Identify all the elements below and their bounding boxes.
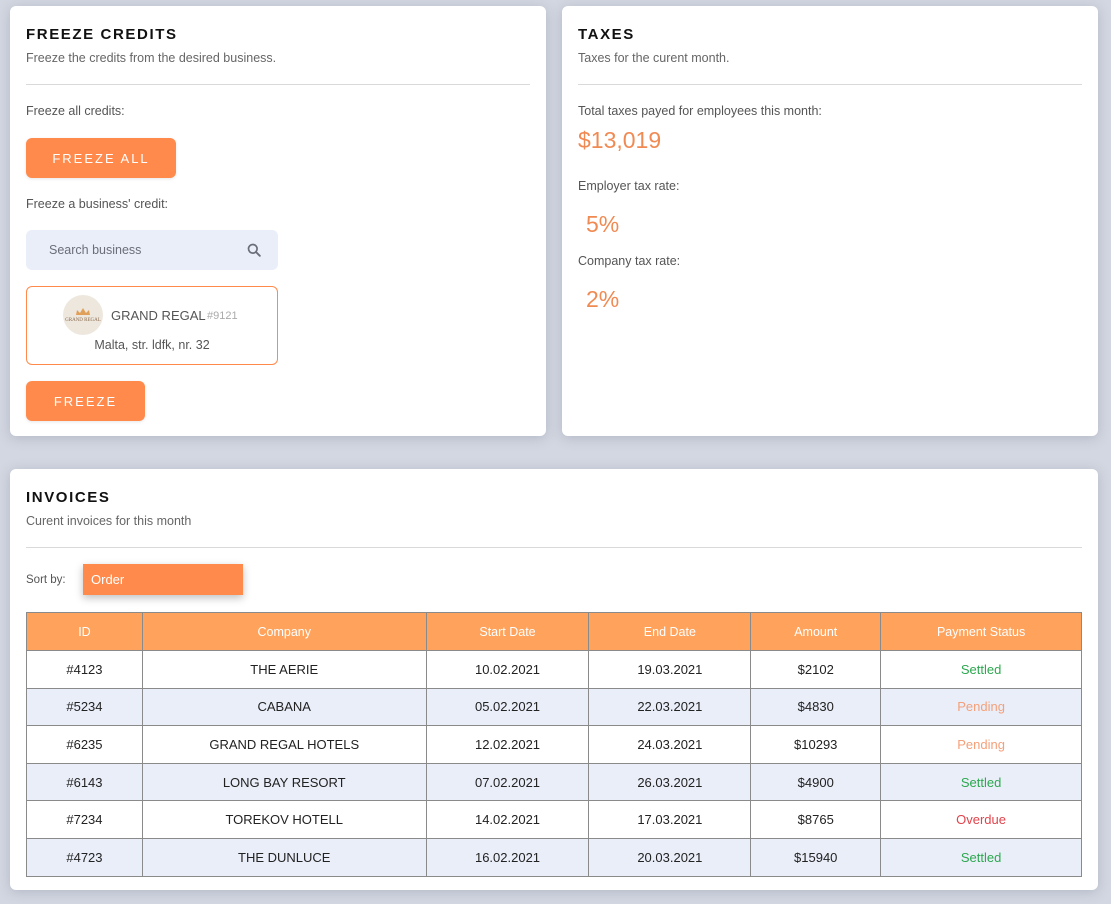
business-id: #9121 bbox=[207, 310, 238, 322]
column-header-amount[interactable]: Amount bbox=[750, 612, 882, 651]
taxes-subtitle: Taxes for the curent month. bbox=[578, 51, 730, 65]
table-header-row: ID Company Start Date End Date Amount Pa… bbox=[26, 612, 1082, 651]
invoices-subtitle: Curent invoices for this month bbox=[26, 514, 192, 528]
invoice-start-date: 12.02.2021 bbox=[425, 725, 590, 764]
table-row[interactable]: #5234 CABANA 05.02.2021 22.03.2021 $4830… bbox=[26, 687, 1082, 727]
invoice-payment-status: Pending bbox=[880, 725, 1082, 764]
business-address: Malta, str. ldfk, nr. 32 bbox=[94, 338, 210, 352]
invoice-start-date: 14.02.2021 bbox=[425, 800, 590, 839]
freeze-all-label: Freeze all credits: bbox=[26, 104, 125, 118]
invoice-end-date: 22.03.2021 bbox=[588, 687, 752, 727]
divider bbox=[26, 547, 1082, 548]
invoices-card: INVOICES Curent invoices for this month … bbox=[10, 469, 1098, 890]
invoice-end-date: 26.03.2021 bbox=[588, 762, 752, 802]
invoice-end-date: 17.03.2021 bbox=[588, 800, 752, 839]
invoice-id: #5234 bbox=[26, 687, 143, 727]
column-header-company[interactable]: Company bbox=[141, 612, 427, 651]
table-row[interactable]: #7234 TOREKOV HOTELL 14.02.2021 17.03.20… bbox=[26, 800, 1082, 839]
table-row[interactable]: #6235 GRAND REGAL HOTELS 12.02.2021 24.0… bbox=[26, 725, 1082, 764]
invoice-id: #4723 bbox=[26, 837, 143, 877]
freeze-business-label: Freeze a business' credit: bbox=[26, 197, 169, 211]
employer-tax-rate-label: Employer tax rate: bbox=[578, 179, 680, 193]
business-name: GRAND REGAL bbox=[111, 308, 206, 323]
business-logo-text: GRAND REGAL bbox=[65, 318, 101, 323]
invoice-company: TOREKOV HOTELL bbox=[141, 800, 427, 839]
invoice-start-date: 16.02.2021 bbox=[425, 837, 590, 877]
search-business-box[interactable] bbox=[26, 230, 278, 270]
invoice-end-date: 24.03.2021 bbox=[588, 725, 752, 764]
invoice-company: THE DUNLUCE bbox=[141, 837, 427, 877]
invoice-amount: $10293 bbox=[750, 725, 882, 764]
business-result-card[interactable]: GRAND REGAL GRAND REGAL #9121 Malta, str… bbox=[26, 286, 278, 365]
freeze-button[interactable]: FREEZE bbox=[26, 381, 145, 421]
invoice-payment-status: Pending bbox=[880, 687, 1082, 727]
invoices-table: ID Company Start Date End Date Amount Pa… bbox=[26, 612, 1082, 877]
invoice-amount: $15940 bbox=[750, 837, 882, 877]
invoice-company: GRAND REGAL HOTELS bbox=[141, 725, 427, 764]
invoice-company: CABANA bbox=[141, 687, 427, 727]
invoice-company: LONG BAY RESORT bbox=[141, 762, 427, 802]
invoices-title: INVOICES bbox=[26, 489, 111, 506]
table-row[interactable]: #4123 THE AERIE 10.02.2021 19.03.2021 $2… bbox=[26, 650, 1082, 689]
invoice-amount: $2102 bbox=[750, 650, 882, 689]
divider bbox=[26, 84, 530, 85]
invoice-id: #7234 bbox=[26, 800, 143, 839]
column-header-id[interactable]: ID bbox=[26, 612, 143, 651]
sort-dropdown[interactable]: Order bbox=[83, 564, 243, 595]
column-header-end-date[interactable]: End Date bbox=[588, 612, 752, 651]
column-header-start-date[interactable]: Start Date bbox=[425, 612, 590, 651]
invoice-amount: $8765 bbox=[750, 800, 882, 839]
total-taxes-label: Total taxes payed for employees this mon… bbox=[578, 104, 822, 118]
invoice-payment-status: Settled bbox=[880, 762, 1082, 802]
invoice-id: #6143 bbox=[26, 762, 143, 802]
invoice-end-date: 19.03.2021 bbox=[588, 650, 752, 689]
invoice-start-date: 10.02.2021 bbox=[425, 650, 590, 689]
employer-tax-rate-value: 5% bbox=[586, 211, 620, 237]
table-row[interactable]: #6143 LONG BAY RESORT 07.02.2021 26.03.2… bbox=[26, 762, 1082, 802]
invoice-id: #6235 bbox=[26, 725, 143, 764]
total-taxes-value: $13,019 bbox=[578, 127, 662, 153]
taxes-card: TAXES Taxes for the curent month. Total … bbox=[562, 6, 1098, 436]
table-row[interactable]: #4723 THE DUNLUCE 16.02.2021 20.03.2021 … bbox=[26, 837, 1082, 877]
search-icon[interactable] bbox=[247, 243, 261, 257]
company-tax-rate-label: Company tax rate: bbox=[578, 254, 681, 268]
divider bbox=[578, 84, 1082, 85]
search-business-input[interactable] bbox=[26, 230, 236, 270]
freeze-credits-subtitle: Freeze the credits from the desired busi… bbox=[26, 51, 277, 65]
freeze-all-button[interactable]: FREEZE ALL bbox=[26, 138, 176, 178]
freeze-credits-card: FREEZE CREDITS Freeze the credits from t… bbox=[10, 6, 546, 436]
invoice-start-date: 07.02.2021 bbox=[425, 762, 590, 802]
invoice-payment-status: Settled bbox=[880, 837, 1082, 877]
invoice-company: THE AERIE bbox=[141, 650, 427, 689]
taxes-title: TAXES bbox=[578, 26, 635, 43]
invoice-start-date: 05.02.2021 bbox=[425, 687, 590, 727]
column-header-payment-status[interactable]: Payment Status bbox=[880, 612, 1082, 651]
freeze-credits-title: FREEZE CREDITS bbox=[26, 26, 178, 43]
sort-by-label: Sort by: bbox=[26, 574, 66, 586]
company-tax-rate-value: 2% bbox=[586, 286, 620, 312]
business-logo: GRAND REGAL bbox=[63, 295, 103, 335]
crown-icon bbox=[76, 308, 90, 315]
invoice-payment-status: Settled bbox=[880, 650, 1082, 689]
invoice-id: #4123 bbox=[26, 650, 143, 689]
invoice-amount: $4830 bbox=[750, 687, 882, 727]
invoice-end-date: 20.03.2021 bbox=[588, 837, 752, 877]
invoice-payment-status: Overdue bbox=[880, 800, 1082, 839]
invoice-amount: $4900 bbox=[750, 762, 882, 802]
